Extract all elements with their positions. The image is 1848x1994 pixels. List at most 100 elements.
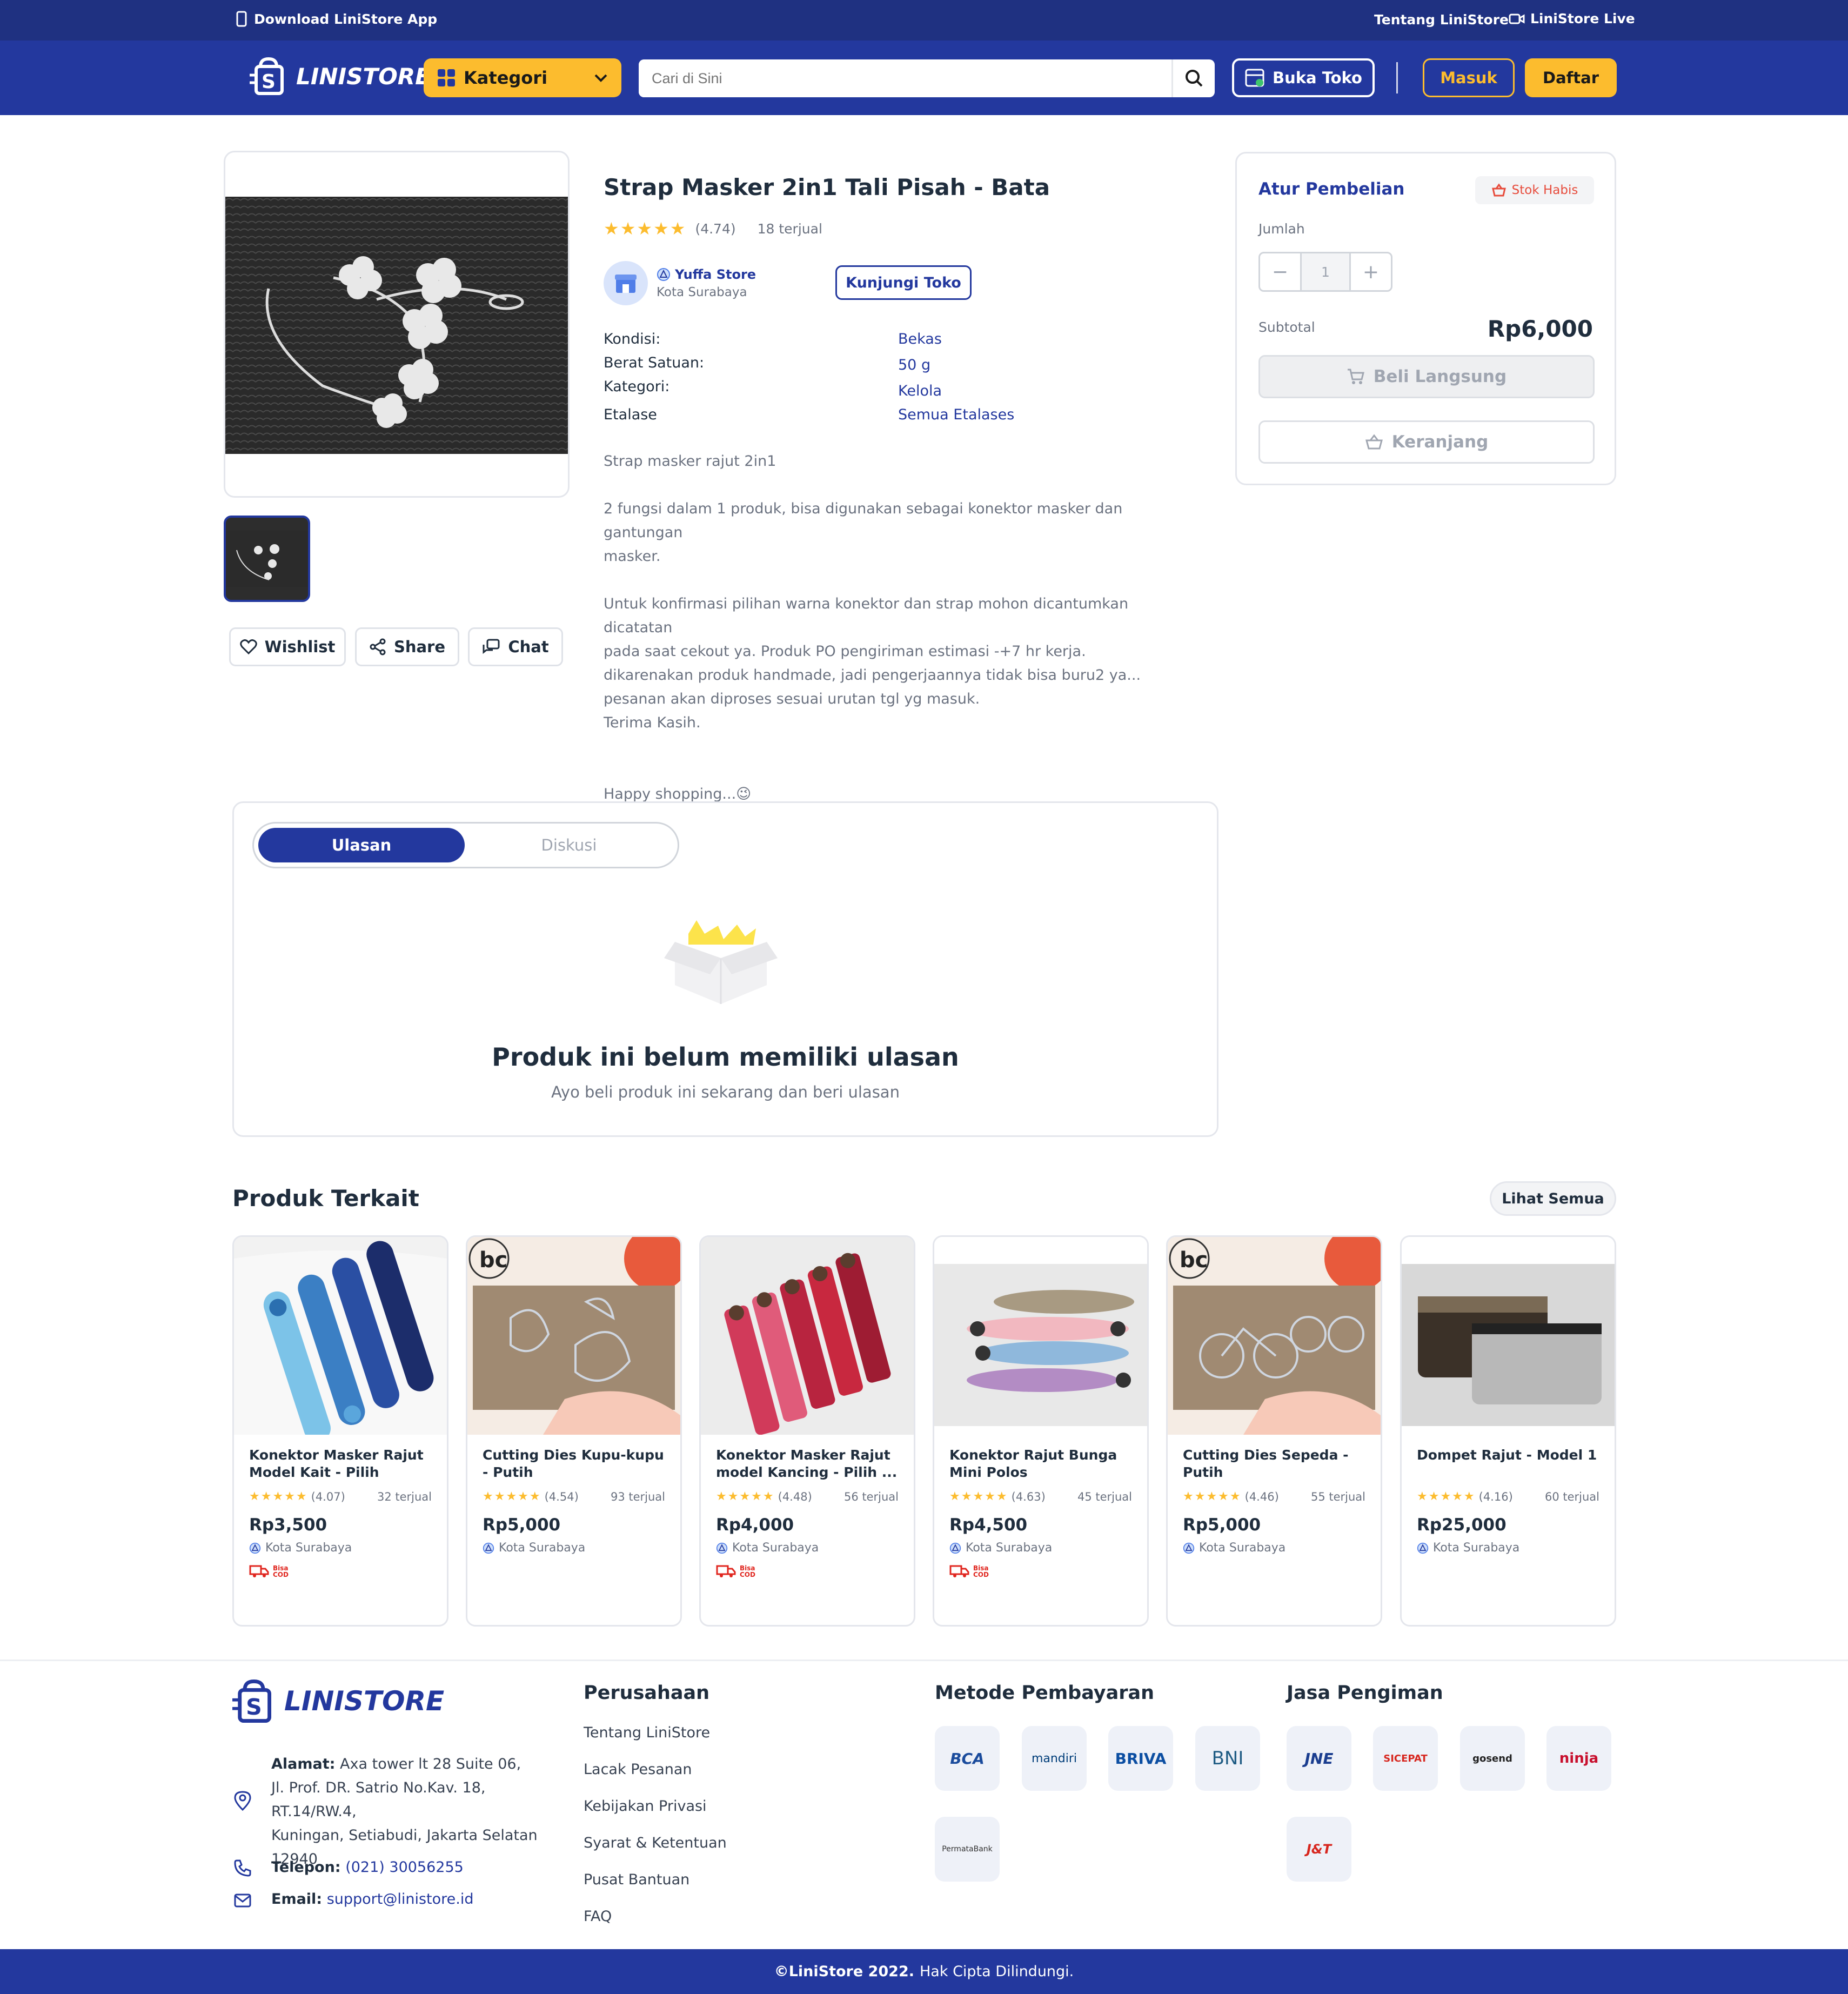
heart-icon bbox=[239, 639, 257, 655]
buy-now-button[interactable]: Beli Langsung bbox=[1258, 355, 1595, 398]
footer-link-track[interactable]: Lacak Pesanan bbox=[584, 1761, 692, 1778]
related-product-card[interactable]: Konektor Masker Rajut Model Kait - Pilih… bbox=[232, 1235, 448, 1627]
tab-discussion[interactable]: Diskusi bbox=[466, 828, 672, 862]
search-input[interactable] bbox=[639, 59, 1171, 97]
related-product-card[interactable]: Dompet Rajut - Model 1 ★★★★★ (4.16) 60 terj… bbox=[1400, 1235, 1616, 1627]
related-product-card[interactable]: Konektor Rajut Bunga Mini Polos ★★★★★ (4.6… bbox=[933, 1235, 1149, 1627]
footer-link-faq[interactable]: FAQ bbox=[584, 1908, 612, 1925]
review-tabs: Ulasan Diskusi bbox=[252, 822, 679, 868]
logo[interactable]: S LINISTORE bbox=[250, 56, 431, 97]
product-image bbox=[701, 1237, 914, 1435]
product-sold: 56 terjual bbox=[843, 1490, 899, 1503]
footer-link-privacy[interactable]: Kebijakan Privasi bbox=[584, 1798, 707, 1815]
footer-logo[interactable]: S LINISTORE bbox=[232, 1677, 444, 1725]
product-main-image-card bbox=[224, 151, 570, 498]
footer-link-about[interactable]: Tentang LiniStore bbox=[584, 1724, 710, 1741]
buy-now-label: Beli Langsung bbox=[1373, 367, 1507, 386]
truck-icon bbox=[249, 1565, 269, 1577]
search-button[interactable] bbox=[1171, 59, 1215, 97]
visit-store-button[interactable]: Kunjungi Toko bbox=[835, 265, 972, 300]
footer-phone: Telepon: (021) 30056255 bbox=[271, 1859, 464, 1876]
footer-link-help[interactable]: Pusat Bantuan bbox=[584, 1871, 689, 1888]
payment-title: Metode Pembayaran bbox=[935, 1682, 1155, 1704]
shipping-jnt-logo: J&T bbox=[1287, 1817, 1351, 1882]
footer-address: Alamat: Axa tower lt 28 Suite 06, Jl. Pr… bbox=[271, 1752, 574, 1871]
address-line-1: Axa tower lt 28 Suite 06, bbox=[340, 1756, 521, 1772]
qty-increment-button[interactable]: + bbox=[1351, 253, 1391, 290]
qty-input[interactable]: 1 bbox=[1300, 253, 1351, 290]
product-main-image[interactable] bbox=[225, 197, 568, 454]
product-rating-row: ★★★★★ (4.07) 32 terjual bbox=[234, 1490, 447, 1503]
related-product-card[interactable]: bc Cutting Dies Kupu-kupu - Putih ★★★★★ (4.… bbox=[466, 1235, 682, 1627]
copyright-bar: ©LiniStore 2022. Hak Cipta Dilindungi. bbox=[0, 1949, 1848, 1994]
product-name: Cutting Dies Kupu-kupu - Putih bbox=[483, 1447, 664, 1480]
store-info[interactable]: Yuffa Store Kota Surabaya bbox=[604, 261, 756, 305]
product-thumbnail[interactable] bbox=[224, 516, 310, 602]
email-label: Email: bbox=[271, 1891, 323, 1908]
footer-link-terms[interactable]: Syarat & Ketentuan bbox=[584, 1835, 727, 1851]
purchase-title: Atur Pembelian bbox=[1258, 179, 1405, 199]
product-city: Kota Surabaya bbox=[265, 1541, 352, 1555]
share-button[interactable]: Share bbox=[355, 627, 459, 666]
wishlist-button[interactable]: Wishlist bbox=[229, 627, 346, 666]
description-line bbox=[604, 735, 1198, 759]
live-link[interactable]: LiniStore Live bbox=[1509, 11, 1635, 26]
detail-value-category[interactable]: Kelola bbox=[898, 383, 942, 399]
product-price: Rp3,500 bbox=[249, 1515, 327, 1535]
verified-badge-icon bbox=[483, 1542, 494, 1554]
verified-badge-icon bbox=[249, 1542, 261, 1554]
email-link[interactable]: support@linistore.id bbox=[327, 1891, 474, 1908]
register-button[interactable]: Daftar bbox=[1525, 58, 1617, 97]
shop-icon bbox=[1245, 69, 1264, 87]
empty-box-icon bbox=[664, 920, 778, 1004]
product-sold: 32 terjual bbox=[377, 1490, 432, 1503]
related-product-card[interactable]: Konektor Masker Rajut model Kancing - Pi… bbox=[699, 1235, 915, 1627]
subtotal-label: Subtotal bbox=[1258, 319, 1315, 335]
detail-label-showcase: Etalase bbox=[604, 406, 657, 423]
product-price: Rp4,500 bbox=[949, 1515, 1028, 1535]
download-app-link[interactable]: Download LiniStore App bbox=[236, 11, 437, 27]
cod-badge: Bisa COD bbox=[701, 1564, 914, 1578]
see-all-button[interactable]: Lihat Semua bbox=[1490, 1181, 1616, 1216]
empty-review-subtitle: Ayo beli produk ini sekarang dan beri ul… bbox=[551, 1083, 900, 1101]
phone-link[interactable]: (021) 30056255 bbox=[345, 1859, 464, 1876]
detail-value-showcase[interactable]: Semua Etalases bbox=[898, 406, 1014, 423]
add-to-cart-button[interactable]: Keranjang bbox=[1258, 420, 1595, 464]
video-icon bbox=[1509, 14, 1525, 24]
product-name: Konektor Masker Rajut model Kancing - Pi… bbox=[716, 1447, 898, 1480]
product-sold: 60 terjual bbox=[1544, 1490, 1599, 1503]
store-name[interactable]: Yuffa Store bbox=[675, 267, 756, 282]
product-location: Kota Surabaya bbox=[467, 1541, 680, 1555]
logo-text: LINISTORE bbox=[296, 63, 431, 90]
cod-label: Bisa COD bbox=[740, 1564, 755, 1578]
product-sold: 55 terjual bbox=[1310, 1490, 1365, 1503]
login-button[interactable]: Masuk bbox=[1423, 58, 1515, 97]
product-name: Dompet Rajut - Model 1 bbox=[1417, 1447, 1597, 1463]
open-shop-label: Buka Toko bbox=[1273, 69, 1362, 87]
product-rating-row: ★★★★★ (4.63) 45 terjual bbox=[934, 1490, 1147, 1503]
shipping-title: Jasa Pengiman bbox=[1287, 1682, 1443, 1704]
tab-reviews[interactable]: Ulasan bbox=[258, 828, 465, 862]
product-image bbox=[1402, 1237, 1615, 1435]
qty-decrement-button[interactable]: − bbox=[1260, 253, 1300, 290]
rating-stars-icon: ★★★★★ bbox=[604, 218, 687, 239]
verified-badge-icon bbox=[1417, 1542, 1429, 1554]
product-location: Kota Surabaya bbox=[701, 1541, 914, 1555]
product-rating-row: ★★★★★ (4.16) 60 terjual bbox=[1402, 1490, 1615, 1503]
related-product-card[interactable]: bc Cutting Dies Sepeda - Putih ★★★★★ (4.46)… bbox=[1166, 1235, 1382, 1627]
product-image bbox=[934, 1237, 1147, 1435]
about-link[interactable]: Tentang LiniStore bbox=[1374, 12, 1509, 28]
product-price: Rp25,000 bbox=[1417, 1515, 1506, 1535]
shipping-ninja-logo: ninja bbox=[1546, 1726, 1611, 1791]
reviews-section: Ulasan Diskusi Produk ini belum memiliki… bbox=[232, 801, 1218, 1137]
category-dropdown[interactable]: Kategori bbox=[424, 58, 621, 97]
product-image: bc bbox=[1168, 1237, 1381, 1435]
chat-button[interactable]: Chat bbox=[468, 627, 563, 666]
rating-stars-icon: ★★★★★ bbox=[1417, 1490, 1476, 1503]
product-description: Strap masker rajut 2in1 2 fungsi dalam 1 … bbox=[604, 450, 1198, 806]
cod-badge: Bisa COD bbox=[934, 1564, 1147, 1578]
chat-icon bbox=[483, 639, 500, 654]
open-shop-button[interactable]: Buka Toko bbox=[1232, 58, 1375, 97]
location-icon bbox=[234, 1791, 251, 1811]
payment-mandiri-logo: mandiri bbox=[1022, 1726, 1087, 1791]
